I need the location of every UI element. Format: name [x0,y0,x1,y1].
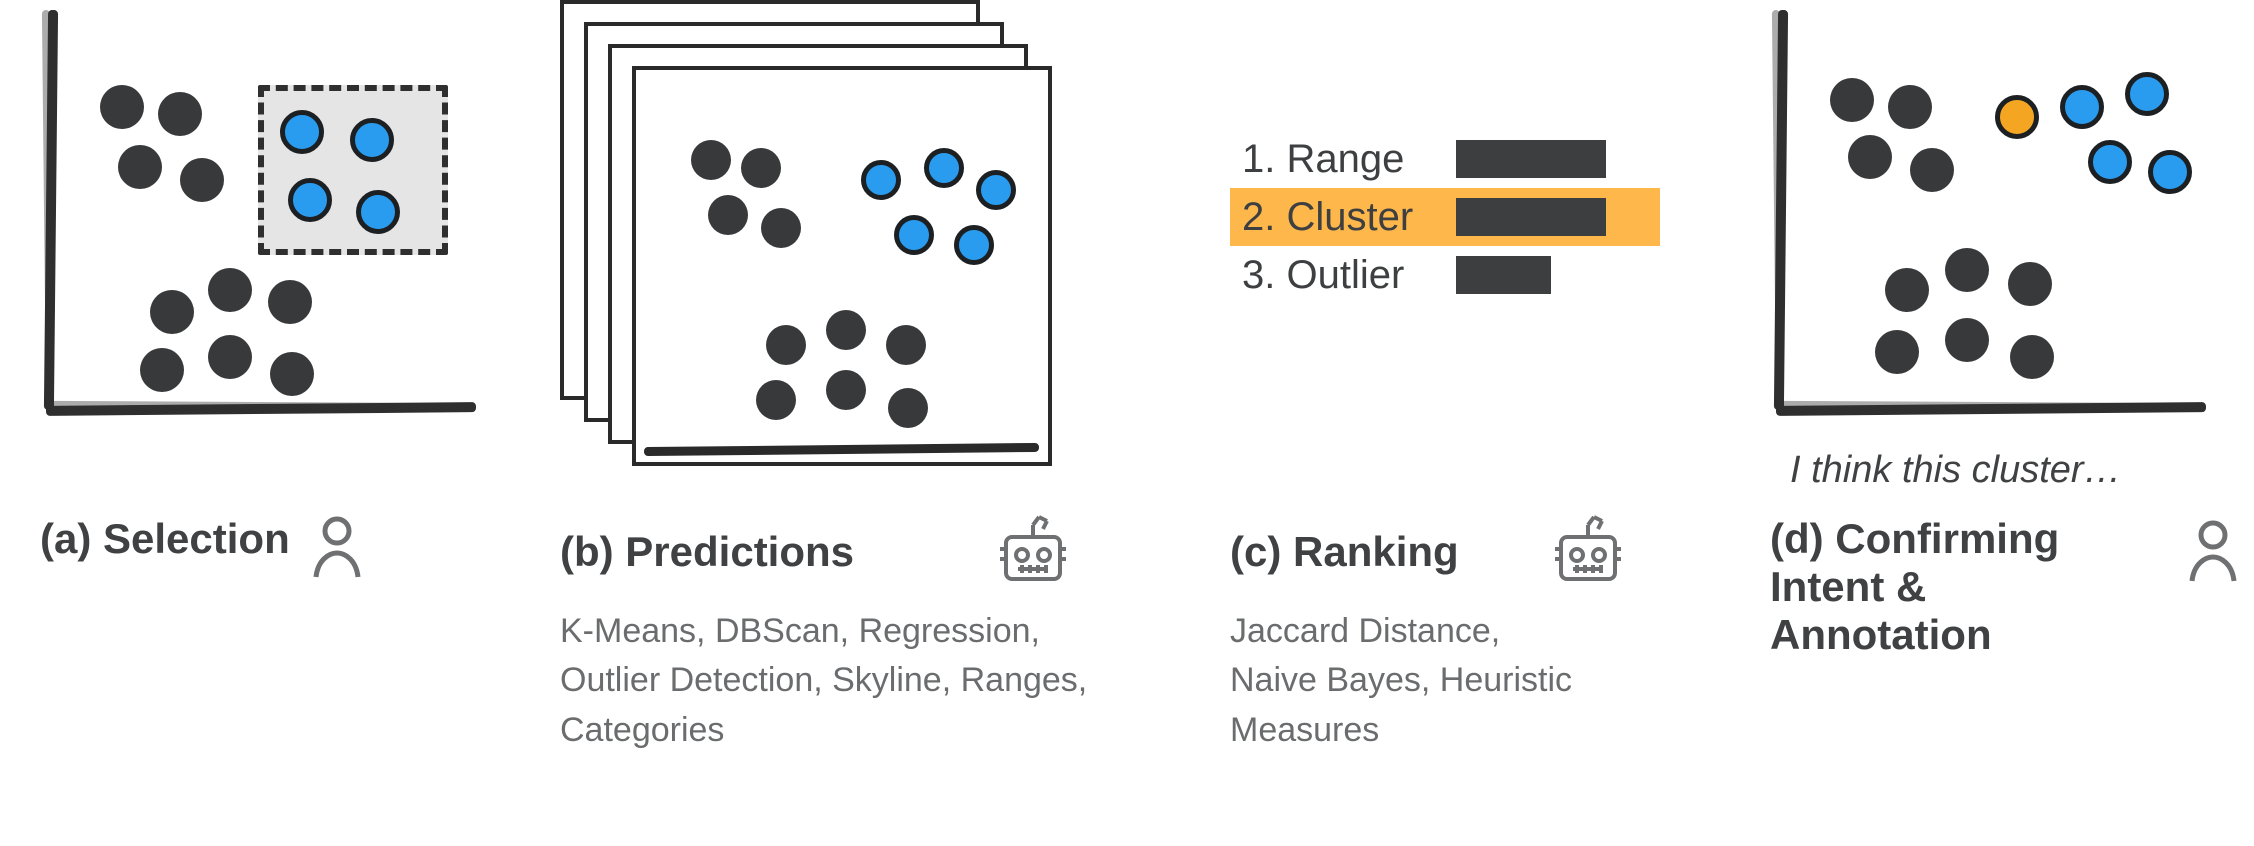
data-point-cluster [2148,150,2192,194]
stage-title: (b) Predictions [560,528,854,576]
rank-number: 2. [1242,195,1275,239]
axis-y [1774,10,1788,410]
data-point-selected [924,148,964,188]
data-point [691,140,731,180]
data-point [100,85,144,129]
data-point [208,335,252,379]
plot-confirming [1770,0,2210,420]
data-point-cluster [2088,140,2132,184]
data-point [268,280,312,324]
data-point [826,310,866,350]
data-point [886,325,926,365]
stage-title: (c) Ranking [1230,528,1459,576]
data-point [766,325,806,365]
data-point [180,158,224,202]
data-point [1875,330,1919,374]
rank-item-outlier[interactable]: 3. Outlier [1230,246,1660,304]
data-point [741,148,781,188]
data-point [118,145,162,189]
axis-x [1776,402,2206,416]
stage-title: (a) Selection [40,515,290,563]
stage-confirming: I think this cluster… (d) Confirming Int… [1770,0,2240,420]
rank-label: Cluster [1286,195,1413,239]
stage-methods: Jaccard Distance, Naive Bayes, Heuristic… [1230,607,1590,755]
data-point [756,380,796,420]
rank-bar [1456,256,1551,294]
data-point [1945,248,1989,292]
axis-x [46,402,476,416]
prediction-cards [560,0,1060,460]
data-point [2010,335,2054,379]
data-point-selected [861,160,901,200]
data-point [1885,268,1929,312]
person-icon [2186,519,2240,583]
stage-selection: (a) Selection [40,0,520,420]
rank-number: 1. [1242,137,1275,181]
rank-bar [1456,140,1606,178]
ranking-list: 1. Range 2. Cluster 3. Outlier [1230,0,1660,304]
stage-title-line1: (d) Confirming [1770,515,2146,563]
data-point [150,290,194,334]
annotation-caption: I think this cluster… [1790,449,2122,492]
robot-icon [1549,515,1627,589]
rank-bar [1456,198,1606,236]
rank-label: Range [1286,137,1404,181]
data-point-outlier [1995,95,2039,139]
data-point [708,195,748,235]
data-point-cluster [2125,72,2169,116]
data-point-selected [894,215,934,255]
data-point [270,352,314,396]
stage-title-line2: Intent & Annotation [1770,563,2146,659]
data-point [1888,85,1932,129]
rank-label: Outlier [1286,253,1404,297]
data-point-selected [976,170,1016,210]
selection-rectangle[interactable] [258,85,448,255]
data-point [1910,148,1954,192]
stage-methods: K-Means, DBScan, Regression, Outlier Det… [560,607,1120,755]
data-point [826,370,866,410]
data-point [1830,78,1874,122]
data-point [140,348,184,392]
data-point [888,388,928,428]
axis-y [44,10,58,410]
robot-icon [994,515,1072,589]
rank-number: 3. [1242,253,1275,297]
data-point-cluster [2060,85,2104,129]
data-point-selected [356,190,400,234]
data-point [1945,318,1989,362]
rank-item-range[interactable]: 1. Range [1230,130,1660,188]
data-point [208,268,252,312]
stage-ranking: 1. Range 2. Cluster 3. Outlier (c) Ranki… [1230,0,1700,304]
rank-item-cluster[interactable]: 2. Cluster [1230,188,1660,246]
stage-predictions: (b) Predictions K-Means, DBSca [560,0,1160,460]
data-point [158,92,202,136]
data-point-selected [954,225,994,265]
data-point [2008,262,2052,306]
person-icon [310,515,364,579]
data-point-selected [288,178,332,222]
data-point [761,208,801,248]
axis-x [644,443,1039,456]
plot-selection [40,0,480,420]
data-point-selected [280,110,324,154]
prediction-card-front [632,66,1052,466]
data-point [1848,135,1892,179]
data-point-selected [350,118,394,162]
